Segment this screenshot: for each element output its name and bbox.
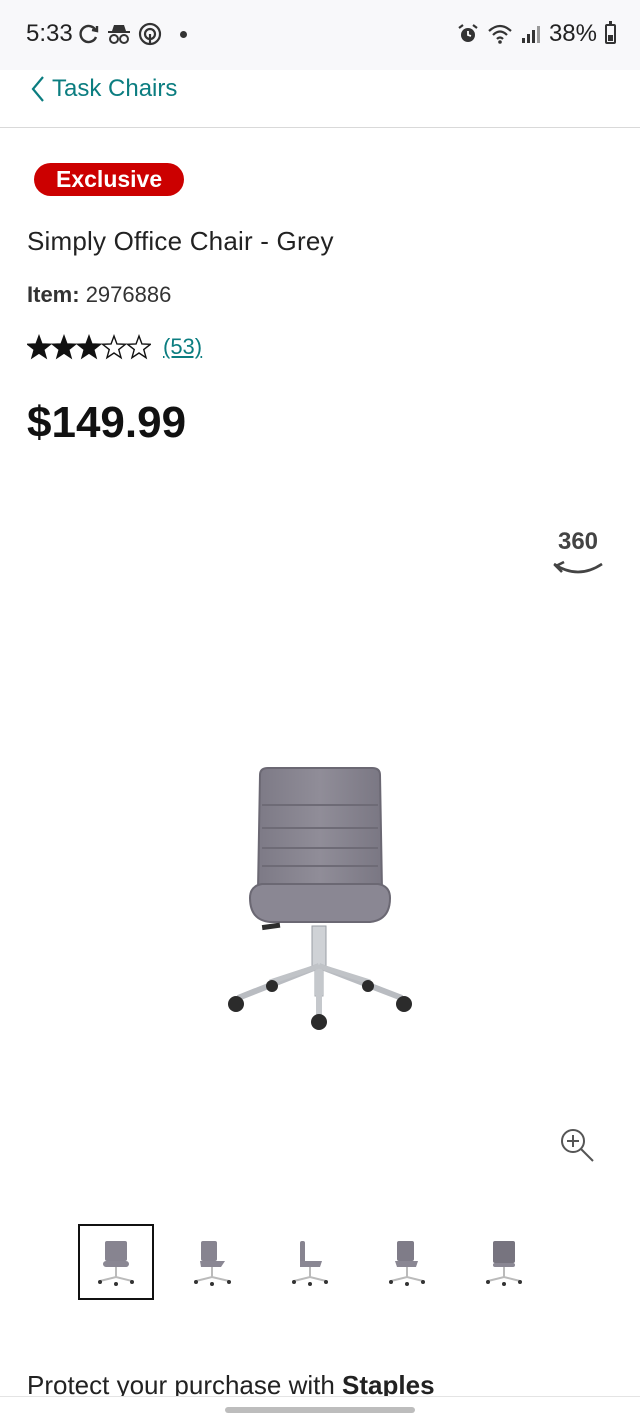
status-time: 5:33	[26, 20, 73, 47]
thumbnail-2[interactable]	[175, 1224, 251, 1300]
product-title: Simply Office Chair - Grey	[27, 226, 334, 256]
chair-front-thumbnail	[98, 1241, 134, 1286]
label-360: 360	[557, 528, 599, 555]
star-filled-icon	[50, 334, 78, 360]
star-empty-icon	[100, 334, 128, 360]
chair-back-angle-thumbnail	[389, 1241, 425, 1286]
back-label: Task Chairs	[52, 75, 178, 102]
thumbnail-4[interactable]	[369, 1224, 445, 1300]
star-filled-icon	[75, 334, 103, 360]
zoom-in-icon[interactable]	[558, 1126, 596, 1164]
nav-bar: Task Chairs	[0, 70, 640, 128]
alarm-icon	[458, 24, 478, 42]
item-number-line: Item: 2976886	[27, 282, 171, 308]
chair-side-thumbnail	[292, 1241, 328, 1286]
status-icons-right: 38%	[457, 20, 616, 48]
star-empty-icon	[125, 334, 151, 360]
star-filled-icon	[27, 334, 53, 360]
gesture-nav-area	[0, 1396, 640, 1422]
signal-icon	[521, 26, 540, 43]
thumbnail-5[interactable]	[466, 1224, 542, 1300]
status-icons-left	[78, 22, 187, 46]
home-indicator-bar[interactable]	[225, 1407, 415, 1413]
chevron-left-icon	[31, 76, 44, 102]
thumbnail-strip	[78, 1224, 563, 1300]
review-count-link[interactable]: (53)	[163, 334, 202, 360]
star-rating-icon	[27, 334, 151, 360]
chair-angle-thumbnail	[194, 1241, 231, 1286]
product-main-image[interactable]	[200, 750, 440, 1050]
battery-icon	[605, 21, 616, 44]
data-saver-icon	[138, 22, 162, 46]
item-number: 2976886	[85, 282, 172, 307]
back-to-task-chairs-link[interactable]: Task Chairs	[30, 75, 177, 103]
item-label: Item:	[27, 282, 80, 307]
product-rating[interactable]: (53)	[27, 334, 202, 360]
status-bar: 5:33 38%	[0, 0, 640, 70]
dot-icon	[180, 30, 187, 38]
battery-percent: 38%	[548, 20, 597, 47]
wifi-icon	[488, 24, 512, 44]
incognito-icon	[108, 25, 130, 44]
thumbnail-3[interactable]	[272, 1224, 348, 1300]
thumbnail-1[interactable]	[78, 1224, 154, 1300]
product-price: $149.99	[27, 398, 187, 447]
sync-icon	[79, 24, 99, 44]
chair-back-thumbnail	[486, 1241, 522, 1286]
rotate-360-icon	[553, 560, 603, 574]
exclusive-badge: Exclusive	[34, 163, 185, 196]
view-360-button[interactable]: 360	[546, 528, 610, 584]
